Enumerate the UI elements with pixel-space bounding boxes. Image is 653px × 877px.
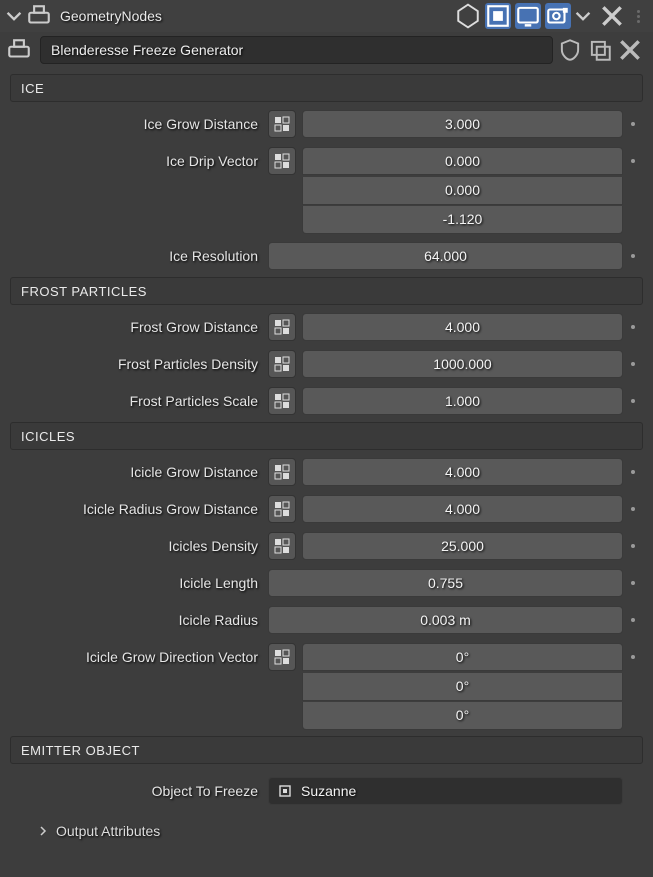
label-frost-scale: Frost Particles Scale [10,393,268,409]
row-icicle-dir-y: 0° [10,672,643,701]
chevron-right-icon [38,826,48,836]
output-attributes-label: Output Attributes [56,823,160,839]
pin-dot[interactable] [623,544,643,548]
drag-grip-icon[interactable] [629,10,647,23]
attribute-toggle-icon[interactable] [268,147,296,175]
modifier-header: GeometryNodes [0,0,653,32]
label-icicle-radius: Icicle Radius [10,612,268,628]
edit-mode-toggle[interactable] [485,3,511,29]
label-object-to-freeze: Object To Freeze [10,783,268,799]
attribute-toggle-icon[interactable] [268,387,296,415]
row-ice-resolution: Ice Resolution 64.000 [10,241,643,271]
row-ice-grow-distance: Ice Grow Distance 3.000 [10,109,643,139]
object-icon [277,783,293,799]
close-icon[interactable] [599,3,625,29]
attribute-toggle-icon[interactable] [268,313,296,341]
attribute-toggle-icon[interactable] [268,350,296,378]
object-name: Suzanne [301,783,356,799]
row-ice-drip-z: -1.120 [10,205,643,234]
modifier-type-icon[interactable] [26,3,52,29]
row-icicle-dir-vector: Icicle Grow Direction Vector 0° [10,642,643,672]
section-header-emitter: EMITTER OBJECT [10,736,643,764]
row-icicle-length: Icicle Length 0.755 [10,568,643,598]
value-icicle-radius-grow[interactable]: 4.000 [302,495,623,523]
value-icicle-radius[interactable]: 0.003 m [268,606,623,634]
row-ice-drip-y: 0.000 [10,176,643,205]
value-icicle-length[interactable]: 0.755 [268,569,623,597]
pin-dot[interactable] [623,254,643,258]
section-header-icicles: ICICLES [10,422,643,450]
label-icicle-grow: Icicle Grow Distance [10,464,268,480]
pin-dot[interactable] [623,507,643,511]
value-icicle-dir-z[interactable]: 0° [302,702,623,730]
value-ice-drip-y[interactable]: 0.000 [302,177,623,205]
mode-icon-1[interactable] [455,3,481,29]
value-frost-grow-distance[interactable]: 4.000 [302,313,623,341]
label-icicle-radius-grow: Icicle Radius Grow Distance [10,501,268,517]
chevron-down-icon[interactable] [6,8,22,24]
attribute-toggle-icon[interactable] [268,643,296,671]
pin-dot[interactable] [623,581,643,585]
row-frost-grow-distance: Frost Grow Distance 4.000 [10,312,643,342]
value-frost-density[interactable]: 1000.000 [302,350,623,378]
pin-dot[interactable] [623,159,643,163]
modifier-title[interactable]: GeometryNodes [56,8,451,24]
pin-dot[interactable] [623,470,643,474]
value-ice-drip-z[interactable]: -1.120 [302,206,623,234]
row-icicle-dir-z: 0° [10,701,643,730]
pin-dot[interactable] [623,362,643,366]
unlink-icon[interactable] [617,37,643,63]
attribute-toggle-icon[interactable] [268,495,296,523]
row-icicle-grow-distance: Icicle Grow Distance 4.000 [10,457,643,487]
value-frost-scale[interactable]: 1.000 [302,387,623,415]
render-toggle[interactable] [545,3,571,29]
display-toggle[interactable] [515,3,541,29]
pin-dot[interactable] [623,325,643,329]
row-frost-density: Frost Particles Density 1000.000 [10,349,643,379]
node-tree-icon[interactable] [6,37,32,63]
shield-icon[interactable] [557,37,583,63]
value-icicle-grow[interactable]: 4.000 [302,458,623,486]
label-ice-grow-distance: Ice Grow Distance [10,116,268,132]
row-object-to-freeze: Object To Freeze Suzanne [10,776,643,806]
extras-dropdown-icon[interactable] [575,8,591,24]
value-icicle-density[interactable]: 25.000 [302,532,623,560]
attribute-toggle-icon[interactable] [268,110,296,138]
row-icicle-radius: Icicle Radius 0.003 m [10,605,643,635]
section-header-ice: ICE [10,74,643,102]
label-icicle-density: Icicles Density [10,538,268,554]
pin-dot[interactable] [623,655,643,659]
row-icicle-radius-grow: Icicle Radius Grow Distance 4.000 [10,494,643,524]
value-object-to-freeze[interactable]: Suzanne [268,777,623,805]
value-ice-grow-distance[interactable]: 3.000 [302,110,623,138]
label-icicle-dir: Icicle Grow Direction Vector [10,649,268,665]
label-icicle-length: Icicle Length [10,575,268,591]
pin-dot[interactable] [623,122,643,126]
duplicate-icon[interactable] [587,37,613,63]
row-frost-scale: Frost Particles Scale 1.000 [10,386,643,416]
value-ice-resolution[interactable]: 64.000 [268,242,623,270]
label-frost-density: Frost Particles Density [10,356,268,372]
pin-dot[interactable] [623,618,643,622]
pin-dot[interactable] [623,399,643,403]
value-icicle-dir-y[interactable]: 0° [302,673,623,701]
label-ice-resolution: Ice Resolution [10,248,268,264]
output-attributes-toggle[interactable]: Output Attributes [10,816,643,846]
label-ice-drip-vector: Ice Drip Vector [10,153,268,169]
section-header-frost: FROST PARTICLES [10,277,643,305]
node-group-name-field[interactable]: Blenderesse Freeze Generator [40,36,553,64]
attribute-toggle-icon[interactable] [268,458,296,486]
attribute-toggle-icon[interactable] [268,532,296,560]
row-ice-drip-vector: Ice Drip Vector 0.000 [10,146,643,176]
value-icicle-dir-x[interactable]: 0° [302,643,623,671]
row-icicle-density: Icicles Density 25.000 [10,531,643,561]
node-group-row: Blenderesse Freeze Generator [0,32,653,68]
value-ice-drip-x[interactable]: 0.000 [302,147,623,175]
label-frost-grow-distance: Frost Grow Distance [10,319,268,335]
